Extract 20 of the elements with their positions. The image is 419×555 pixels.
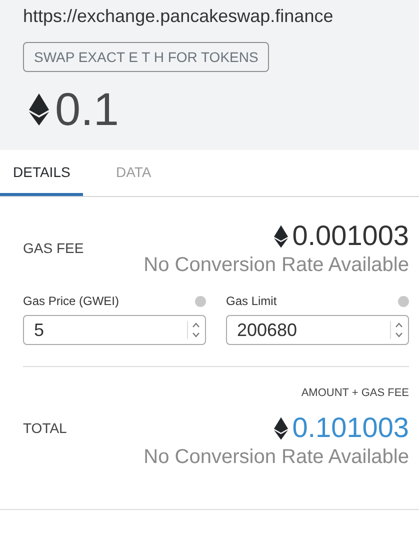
ethereum-icon bbox=[274, 224, 288, 248]
fee-label: TOTAL bbox=[23, 420, 67, 436]
method-badge: SWAP EXACT E T H FOR TOKENS bbox=[23, 42, 270, 72]
spinner-icon[interactable] bbox=[187, 321, 200, 339]
fee-label: GAS FEE bbox=[23, 240, 84, 256]
conversion-text: No Conversion Rate Available bbox=[144, 253, 409, 277]
fee-value: 0.001003 bbox=[292, 219, 409, 253]
fee-caption: AMOUNT + GAS FEE bbox=[301, 387, 409, 399]
amount-value: 0.1 bbox=[55, 84, 119, 134]
number-field[interactable]: 5 bbox=[23, 315, 206, 345]
ethereum-icon bbox=[29, 92, 49, 126]
tab[interactable]: DETAILS bbox=[0, 150, 83, 196]
conversion-text: No Conversion Rate Available bbox=[144, 445, 409, 469]
fee-value: 0.101003 bbox=[292, 411, 409, 445]
number-field[interactable]: 200680 bbox=[226, 315, 409, 345]
field-label: Gas Price (GWEI) bbox=[23, 294, 120, 308]
spinner-icon[interactable] bbox=[390, 321, 403, 339]
field-label: Gas Limit bbox=[226, 294, 277, 308]
site-url: https://exchange.pancakeswap.finance bbox=[23, 5, 334, 27]
ethereum-icon bbox=[274, 416, 288, 440]
